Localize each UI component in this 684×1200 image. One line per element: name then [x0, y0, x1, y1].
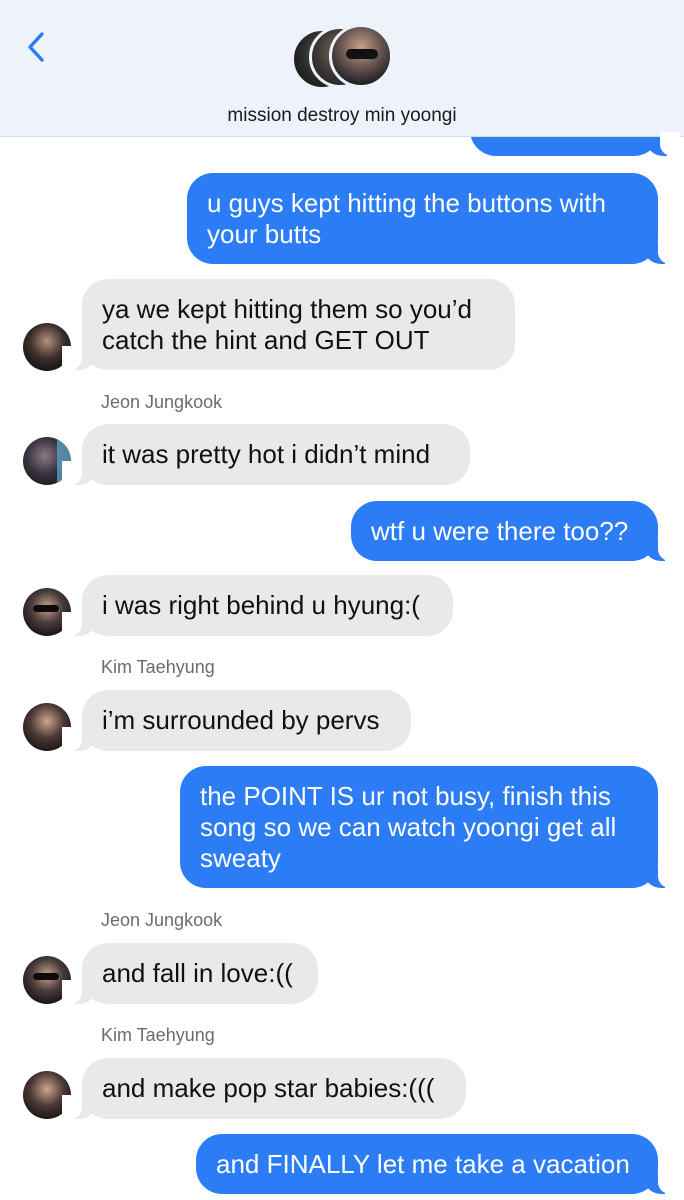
- message-text: and make pop star babies:(((: [102, 1073, 435, 1103]
- message-bubble-incoming[interactable]: and make pop star babies:(((: [62, 1058, 466, 1119]
- group-avatar: [329, 24, 393, 88]
- chevron-left-icon[interactable]: [24, 30, 54, 64]
- message-text: wtf u were there too??: [371, 516, 629, 546]
- message-text: i was right behind u hyung:(: [102, 590, 420, 620]
- message-bubble-incoming[interactable]: and fall in love:((: [62, 943, 318, 1004]
- message-bubble-incoming[interactable]: ya we kept hitting them so you’d catch t…: [62, 279, 515, 370]
- message-bubble-outgoing[interactable]: wtf u were there too??: [351, 501, 678, 561]
- message-text: and fall in love:((: [102, 958, 293, 988]
- sender-name: Jeon Jungkook: [101, 910, 223, 930]
- message-text: ya we kept hitting them so you’d catch t…: [102, 294, 472, 355]
- message-bubble-outgoing[interactable]: u guys kept hitting the buttons with you…: [187, 173, 678, 264]
- sender-name: Jeon Jungkook: [101, 392, 223, 412]
- message-bubble-outgoing[interactable]: the POINT IS ur not busy, finish this so…: [180, 766, 678, 888]
- message-bubble-incoming[interactable]: i’m surrounded by pervs: [62, 690, 411, 751]
- chat-title[interactable]: mission destroy min yoongi: [0, 105, 684, 127]
- group-avatar-stack[interactable]: [291, 24, 395, 96]
- sender-name: Kim Taehyung: [101, 1025, 215, 1045]
- sender-name: Kim Taehyung: [101, 657, 215, 677]
- chat-header: mission destroy min yoongi: [0, 0, 684, 137]
- message-text: the POINT IS ur not busy, finish this so…: [200, 781, 617, 873]
- message-bubble-incoming[interactable]: i was right behind u hyung:(: [62, 575, 453, 636]
- message-text: i’m surrounded by pervs: [102, 705, 380, 735]
- message-bubble-outgoing[interactable]: and FINALLY let me take a vacation: [196, 1134, 678, 1194]
- message-text: it was pretty hot i didn’t mind: [102, 439, 431, 469]
- message-text: u guys kept hitting the buttons with you…: [207, 188, 606, 249]
- message-bubble-incoming[interactable]: it was pretty hot i didn’t mind: [62, 424, 470, 485]
- message-text: and FINALLY let me take a vacation: [216, 1149, 630, 1179]
